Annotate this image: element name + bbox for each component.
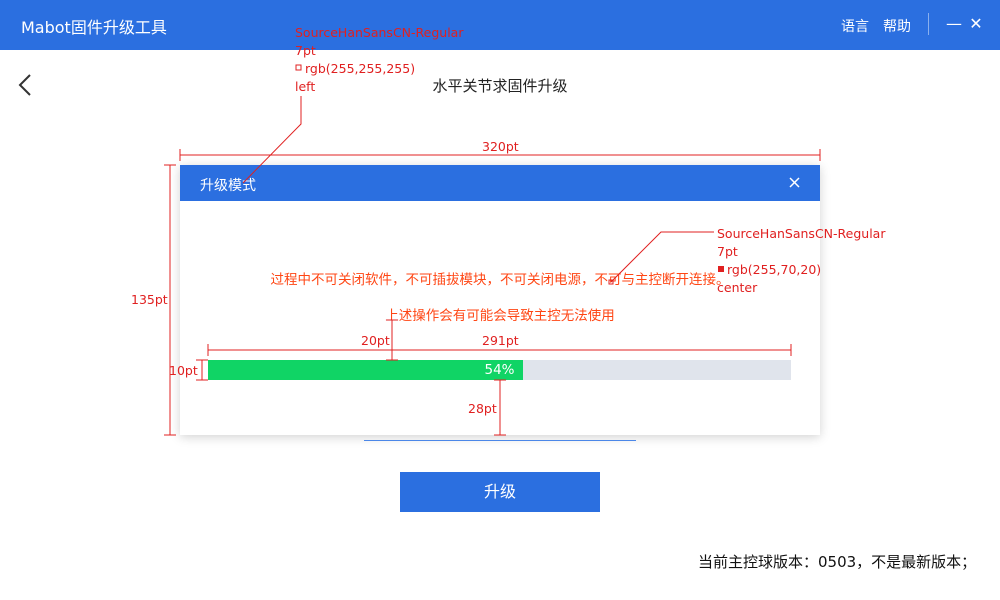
chevron-left-icon [18,74,31,96]
spec-font-title: SourceHanSansCN-Regular [295,25,464,40]
dim-bottom-gap: 28pt [468,401,497,416]
upgrade-progress-bar: 54% [208,360,791,380]
spec-color-warning: rgb(255,70,20) [727,262,822,277]
back-button[interactable] [14,70,38,100]
title-bar: Mabot固件升级工具 语言 帮助 — ✕ [0,0,1000,50]
page-title: 水平关节求固件升级 [432,77,568,95]
dialog-title: 升级模式 [200,178,256,194]
dialog-header: 升级模式 [180,165,820,201]
upgrade-dialog: 升级模式 过程中不可关闭软件，不可插拔模块，不可关闭电源，不可与主控断开连接。 … [180,165,820,435]
dim-progress-width: 291pt [482,333,519,348]
divider-line [364,440,636,441]
app-title: Mabot固件升级工具 [21,18,167,37]
help-menu[interactable]: 帮助 [883,16,911,36]
progress-label: 54% [484,362,515,378]
spec-font-warning: SourceHanSansCN-Regular [717,226,886,241]
close-window-button[interactable]: ✕ [967,14,985,34]
spec-color-title: rgb(255,255,255) [305,61,416,76]
version-status: 当前主控球版本：0503，不是最新版本； [698,553,977,571]
language-menu[interactable]: 语言 [841,16,869,36]
spec-size-title: 7pt [295,43,316,58]
titlebar-divider [928,13,929,35]
dialog-close-button[interactable] [786,173,804,193]
close-icon [789,177,800,188]
spec-align-warning: center [717,280,758,295]
spec-size-warning: 7pt [717,244,738,259]
spec-align-title: left [295,79,316,94]
dim-dialog-width: 320pt [482,139,519,154]
dim-progress-offset: 20pt [361,333,390,348]
minimize-button[interactable]: — [945,14,963,34]
upgrade-button[interactable]: 升级 [400,472,600,512]
warning-line-2: 上述操作会有可能会导致主控无法使用 [385,308,615,324]
dim-dialog-height: 135pt [131,292,168,307]
dim-progress-height: 10pt [169,363,198,378]
